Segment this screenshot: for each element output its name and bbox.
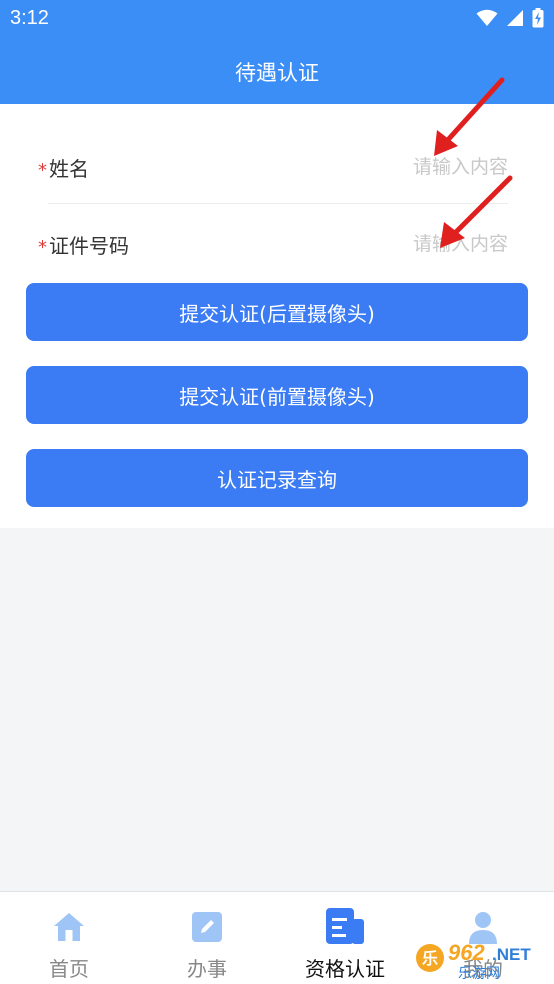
- watermark-logo: 乐 962 .NET 乐游网: [416, 940, 531, 982]
- certification-icon: [324, 908, 366, 945]
- status-time: 3:12: [10, 7, 49, 29]
- name-label: * 姓名: [38, 153, 89, 182]
- field-divider: [48, 203, 508, 204]
- tab-home[interactable]: 首页: [0, 892, 138, 984]
- id-number-row: * 证件号码: [38, 214, 508, 274]
- tab-certification-label: 资格认证: [305, 957, 385, 981]
- svg-text:乐: 乐: [422, 950, 438, 968]
- id-number-label: * 证件号码: [38, 230, 129, 259]
- submit-back-camera-button[interactable]: 提交认证(后置摄像头): [26, 283, 528, 341]
- svg-text:.NET: .NET: [492, 945, 531, 964]
- status-icons: [476, 8, 544, 28]
- home-icon: [52, 909, 86, 945]
- edit-icon: [191, 909, 223, 945]
- svg-text:乐游网: 乐游网: [458, 966, 500, 982]
- name-row: * 姓名: [38, 137, 508, 197]
- id-number-input[interactable]: [268, 233, 508, 255]
- wifi-icon: [476, 9, 498, 26]
- page-title: 待遇认证: [235, 61, 319, 85]
- required-mark: *: [38, 236, 47, 258]
- app-header: 3:12 待遇认证: [0, 0, 554, 104]
- tab-home-label: 首页: [49, 957, 89, 981]
- battery-charging-icon: [532, 8, 544, 28]
- auth-records-button[interactable]: 认证记录查询: [26, 449, 528, 507]
- svg-text:962: 962: [448, 940, 485, 965]
- name-label-text: 姓名: [49, 156, 89, 181]
- tab-certification[interactable]: 资格认证: [276, 892, 414, 984]
- auth-form: * 姓名 * 证件号码 提交认证(后置摄像头) 提交认证(前置摄像头) 认证记录…: [0, 104, 554, 528]
- tab-services-label: 办事: [187, 957, 227, 981]
- signal-icon: [507, 10, 523, 26]
- name-input[interactable]: [268, 156, 508, 178]
- id-number-label-text: 证件号码: [49, 233, 129, 258]
- submit-front-camera-button[interactable]: 提交认证(前置摄像头): [26, 366, 528, 424]
- required-mark: *: [38, 159, 47, 181]
- tab-services[interactable]: 办事: [138, 892, 276, 984]
- status-bar: 3:12: [0, 0, 554, 36]
